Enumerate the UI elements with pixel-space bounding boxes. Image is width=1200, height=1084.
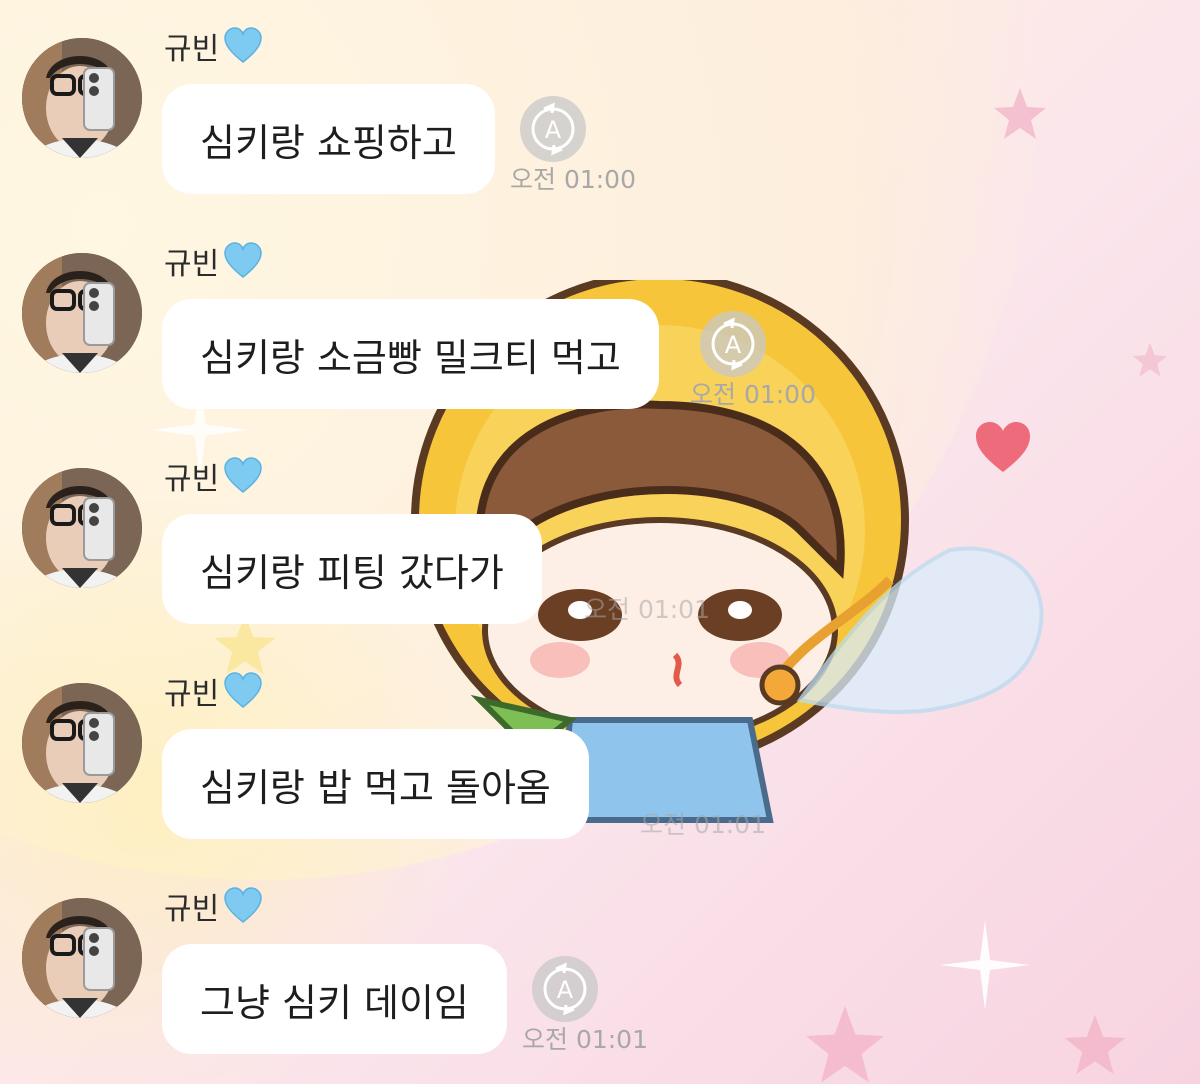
avatar[interactable] (22, 683, 142, 803)
blue-heart-icon (224, 672, 262, 708)
message-bubble[interactable]: 심키랑 소금빵 밀크티 먹고 (162, 299, 659, 409)
message-bubble[interactable]: 심키랑 밥 먹고 돌아옴 (162, 729, 589, 839)
translate-a-icon[interactable]: A (700, 311, 766, 377)
message-row: 규빈 심키랑 밥 먹고 돌아옴 오전 01:01 (22, 672, 1182, 883)
sender-name: 규빈 (164, 669, 263, 713)
blue-heart-icon (224, 887, 262, 923)
message-meta: A 오전 01:01 (522, 956, 662, 1056)
avatar[interactable] (22, 468, 142, 588)
svg-text:A: A (725, 331, 742, 359)
blue-heart-icon (224, 242, 262, 278)
blue-heart-icon (224, 27, 262, 63)
sender-name: 규빈 (164, 24, 263, 68)
sender-name: 규빈 (164, 239, 263, 283)
svg-text:A: A (545, 116, 562, 144)
message-row: 규빈 그냥 심키 데이임 A 오전 01:01 (22, 887, 1182, 1084)
sender-name: 규빈 (164, 454, 263, 498)
message-bubble[interactable]: 심키랑 쇼핑하고 (162, 84, 495, 194)
blue-heart-icon (224, 457, 262, 493)
avatar[interactable] (22, 38, 142, 158)
timestamp: 오전 01:01 (584, 595, 710, 624)
avatar[interactable] (22, 898, 142, 1018)
timestamp: 오전 01:00 (510, 165, 636, 194)
message-meta: 오전 01:01 (640, 741, 780, 841)
sender-name: 규빈 (164, 884, 263, 928)
message-bubble[interactable]: 그냥 심키 데이임 (162, 944, 507, 1054)
message-row: 규빈 심키랑 쇼핑하고 A 오전 01:00 (22, 27, 1182, 238)
message-row: 규빈 심키랑 소금빵 밀크티 먹고 A 오전 01:00 (22, 242, 1182, 453)
timestamp: 오전 01:00 (690, 380, 816, 409)
timestamp: 오전 01:01 (522, 1025, 648, 1054)
avatar[interactable] (22, 253, 142, 373)
message-bubble[interactable]: 심키랑 피팅 갔다가 (162, 514, 542, 624)
message-meta: A 오전 01:00 (510, 96, 650, 196)
translate-a-icon[interactable]: A (532, 956, 598, 1022)
message-meta: 오전 01:01 (584, 526, 724, 626)
chat-screen: 규빈 심키랑 쇼핑하고 A 오전 01:00 규빈 심키랑 소금빵 밀크티 먹고… (0, 0, 1200, 1084)
svg-text:A: A (557, 976, 574, 1004)
message-meta: A 오전 01:00 (690, 311, 830, 411)
translate-a-icon[interactable]: A (520, 96, 586, 162)
timestamp: 오전 01:01 (640, 810, 766, 839)
message-row: 규빈 심키랑 피팅 갔다가 오전 01:01 (22, 457, 1182, 668)
